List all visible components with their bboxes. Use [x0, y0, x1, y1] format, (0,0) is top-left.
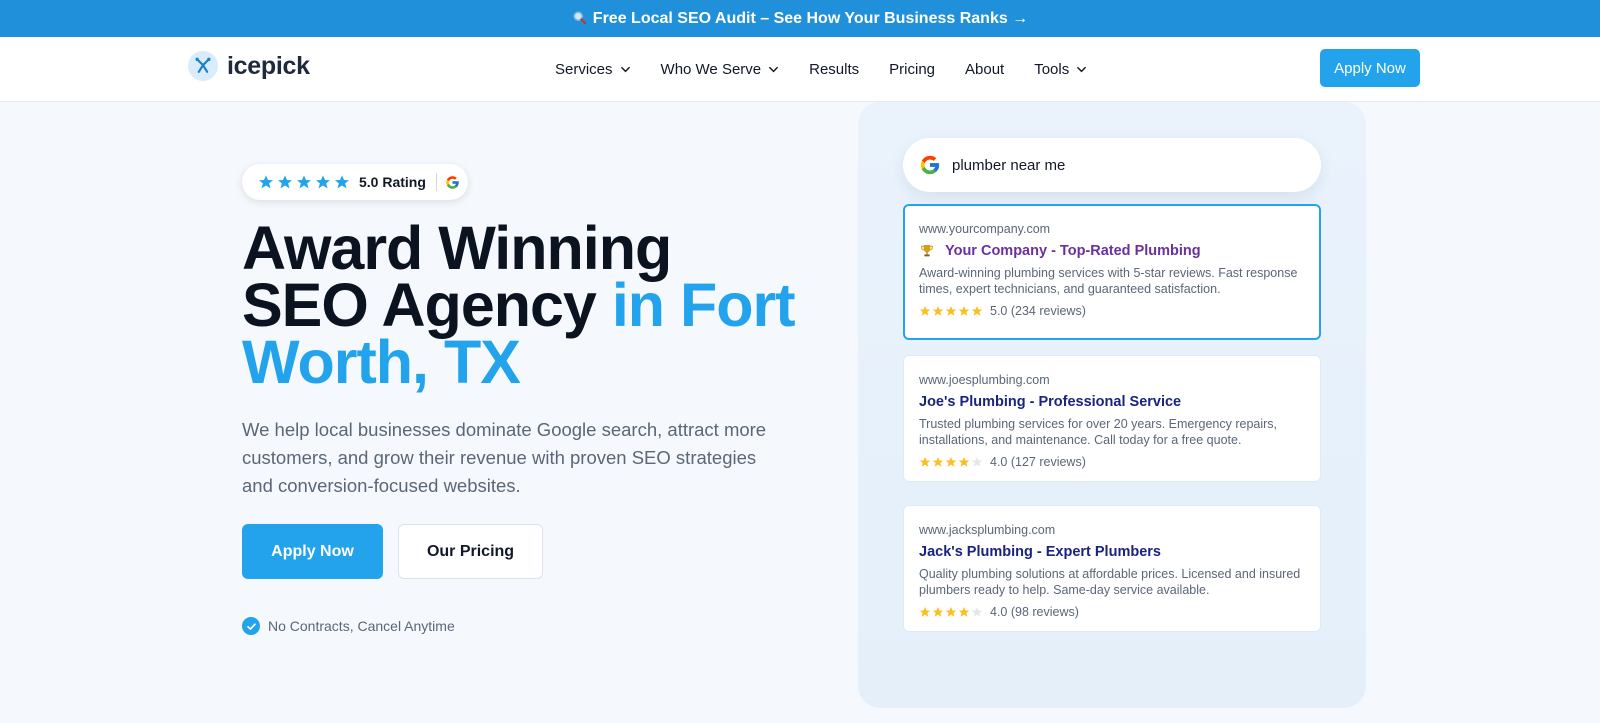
result-rating: 4.0 (127 reviews)	[919, 455, 1305, 469]
nav-item-label: Services	[555, 61, 613, 78]
star-filled-icon	[919, 607, 931, 617]
rating-label: 5.0 Rating	[359, 174, 426, 190]
rating-count: 5.0 (234 reviews)	[990, 304, 1086, 318]
announcement-banner[interactable]: Free Local SEO Audit – See How Your Busi…	[0, 0, 1600, 37]
star-filled-icon	[932, 306, 944, 316]
divider	[435, 173, 437, 191]
star-icon	[316, 175, 330, 189]
chevron-down-icon	[1077, 66, 1087, 73]
result-title[interactable]: Joe's Plumbing - Professional Service	[919, 394, 1305, 410]
announcement-text: Free Local SEO Audit – See How Your Busi…	[592, 9, 1029, 27]
our-pricing-button[interactable]: Our Pricing	[398, 524, 543, 579]
nav-item-about[interactable]: About	[965, 61, 1004, 78]
star-filled-icon	[945, 607, 957, 617]
check-circle-icon	[242, 617, 260, 635]
nav-item-tools[interactable]: Tools	[1034, 61, 1087, 78]
brand-logo[interactable]: icepick	[188, 51, 310, 81]
star-icon	[335, 175, 349, 189]
result-url: www.jacksplumbing.com	[919, 523, 1056, 537]
result-description: Trusted plumbing services for over 20 ye…	[919, 417, 1278, 447]
chevron-down-icon	[769, 66, 779, 73]
star-filled-icon	[958, 306, 970, 316]
star-icon	[259, 175, 273, 189]
headline-accent: in Fort	[611, 271, 796, 339]
rating-stars	[258, 174, 353, 190]
nav-item-results[interactable]: Results	[809, 61, 859, 78]
rating-stars	[919, 606, 984, 618]
brand-name: icepick	[227, 51, 310, 80]
result-description: Quality plumbing solutions at affordable…	[919, 567, 1301, 597]
star-filled-icon	[945, 457, 957, 467]
headline-line-1: Award Winning	[242, 214, 672, 282]
nav-apply-now-button[interactable]: Apply Now	[1320, 49, 1420, 87]
star-icon	[297, 175, 311, 189]
nav-item-who-we-serve[interactable]: Who We Serve	[661, 61, 780, 78]
result-description: Award-winning plumbing services with 5-s…	[919, 266, 1298, 296]
star-filled-icon	[932, 607, 944, 617]
nav-item-label: About	[965, 61, 1005, 78]
star-empty-icon	[971, 457, 983, 467]
rating-stars	[919, 305, 984, 317]
google-icon	[446, 175, 459, 189]
nav-item-pricing[interactable]: Pricing	[889, 61, 935, 78]
nav-item-services[interactable]: Services	[555, 61, 631, 78]
guarantee-text: No Contracts, Cancel Anytime	[268, 618, 455, 634]
nav-menu: Services Who We Serve Results Pricing Ab…	[555, 37, 1117, 102]
rating-count: 4.0 (127 reviews)	[990, 455, 1086, 469]
star-filled-icon	[945, 306, 957, 316]
rating-badge: 5.0 Rating	[242, 164, 468, 200]
star-filled-icon	[958, 607, 970, 617]
star-filled-icon	[971, 306, 983, 316]
hero-description: We help local businesses dominate Google…	[242, 419, 767, 496]
star-filled-icon	[919, 457, 931, 467]
magnifying-glass-icon	[572, 10, 587, 28]
main-navigation: icepick Services Who We Serve Results Pr…	[0, 37, 1600, 102]
result-rating: 5.0 (234 reviews)	[919, 304, 1305, 318]
nav-item-label: Results	[809, 61, 860, 78]
ice-pick-icon	[188, 51, 218, 81]
nav-item-label: Pricing	[889, 61, 936, 78]
hero-headline: Award Winning SEO Agency in Fort Worth, …	[242, 214, 862, 396]
headline-line-3: Worth, TX	[242, 328, 521, 396]
rating-stars	[919, 456, 984, 468]
result-title[interactable]: Jack's Plumbing - Expert Plumbers	[919, 544, 1305, 560]
search-bar[interactable]: plumber near me	[903, 138, 1321, 192]
headline-line-2: SEO Agency in Fort	[242, 275, 862, 336]
result-title-row[interactable]: Your Company - Top-Rated Plumbing	[919, 243, 1305, 259]
nav-item-label: Tools	[1034, 61, 1070, 78]
result-url: www.joesplumbing.com	[919, 373, 1050, 387]
search-result[interactable]: www.joesplumbing.com Joe's Plumbing - Pr…	[903, 355, 1321, 482]
search-result-featured[interactable]: www.yourcompany.com Your Company - Top-R…	[903, 204, 1321, 340]
star-filled-icon	[919, 306, 931, 316]
trophy-icon	[919, 243, 935, 259]
result-rating: 4.0 (98 reviews)	[919, 605, 1305, 619]
star-filled-icon	[958, 457, 970, 467]
result-title: Your Company - Top-Rated Plumbing	[945, 243, 1201, 259]
star-filled-icon	[932, 457, 944, 467]
star-empty-icon	[971, 607, 983, 617]
result-url: www.yourcompany.com	[919, 222, 1051, 236]
nav-item-label: Who We Serve	[660, 61, 762, 78]
apply-now-button[interactable]: Apply Now	[242, 524, 383, 579]
rating-count: 4.0 (98 reviews)	[990, 605, 1079, 619]
chevron-down-icon	[620, 66, 630, 73]
star-icon	[278, 175, 292, 189]
google-icon	[920, 155, 940, 175]
search-result[interactable]: www.jacksplumbing.com Jack's Plumbing - …	[903, 505, 1321, 632]
guarantee-note: No Contracts, Cancel Anytime	[242, 617, 455, 635]
search-query: plumber near me	[952, 156, 1066, 174]
